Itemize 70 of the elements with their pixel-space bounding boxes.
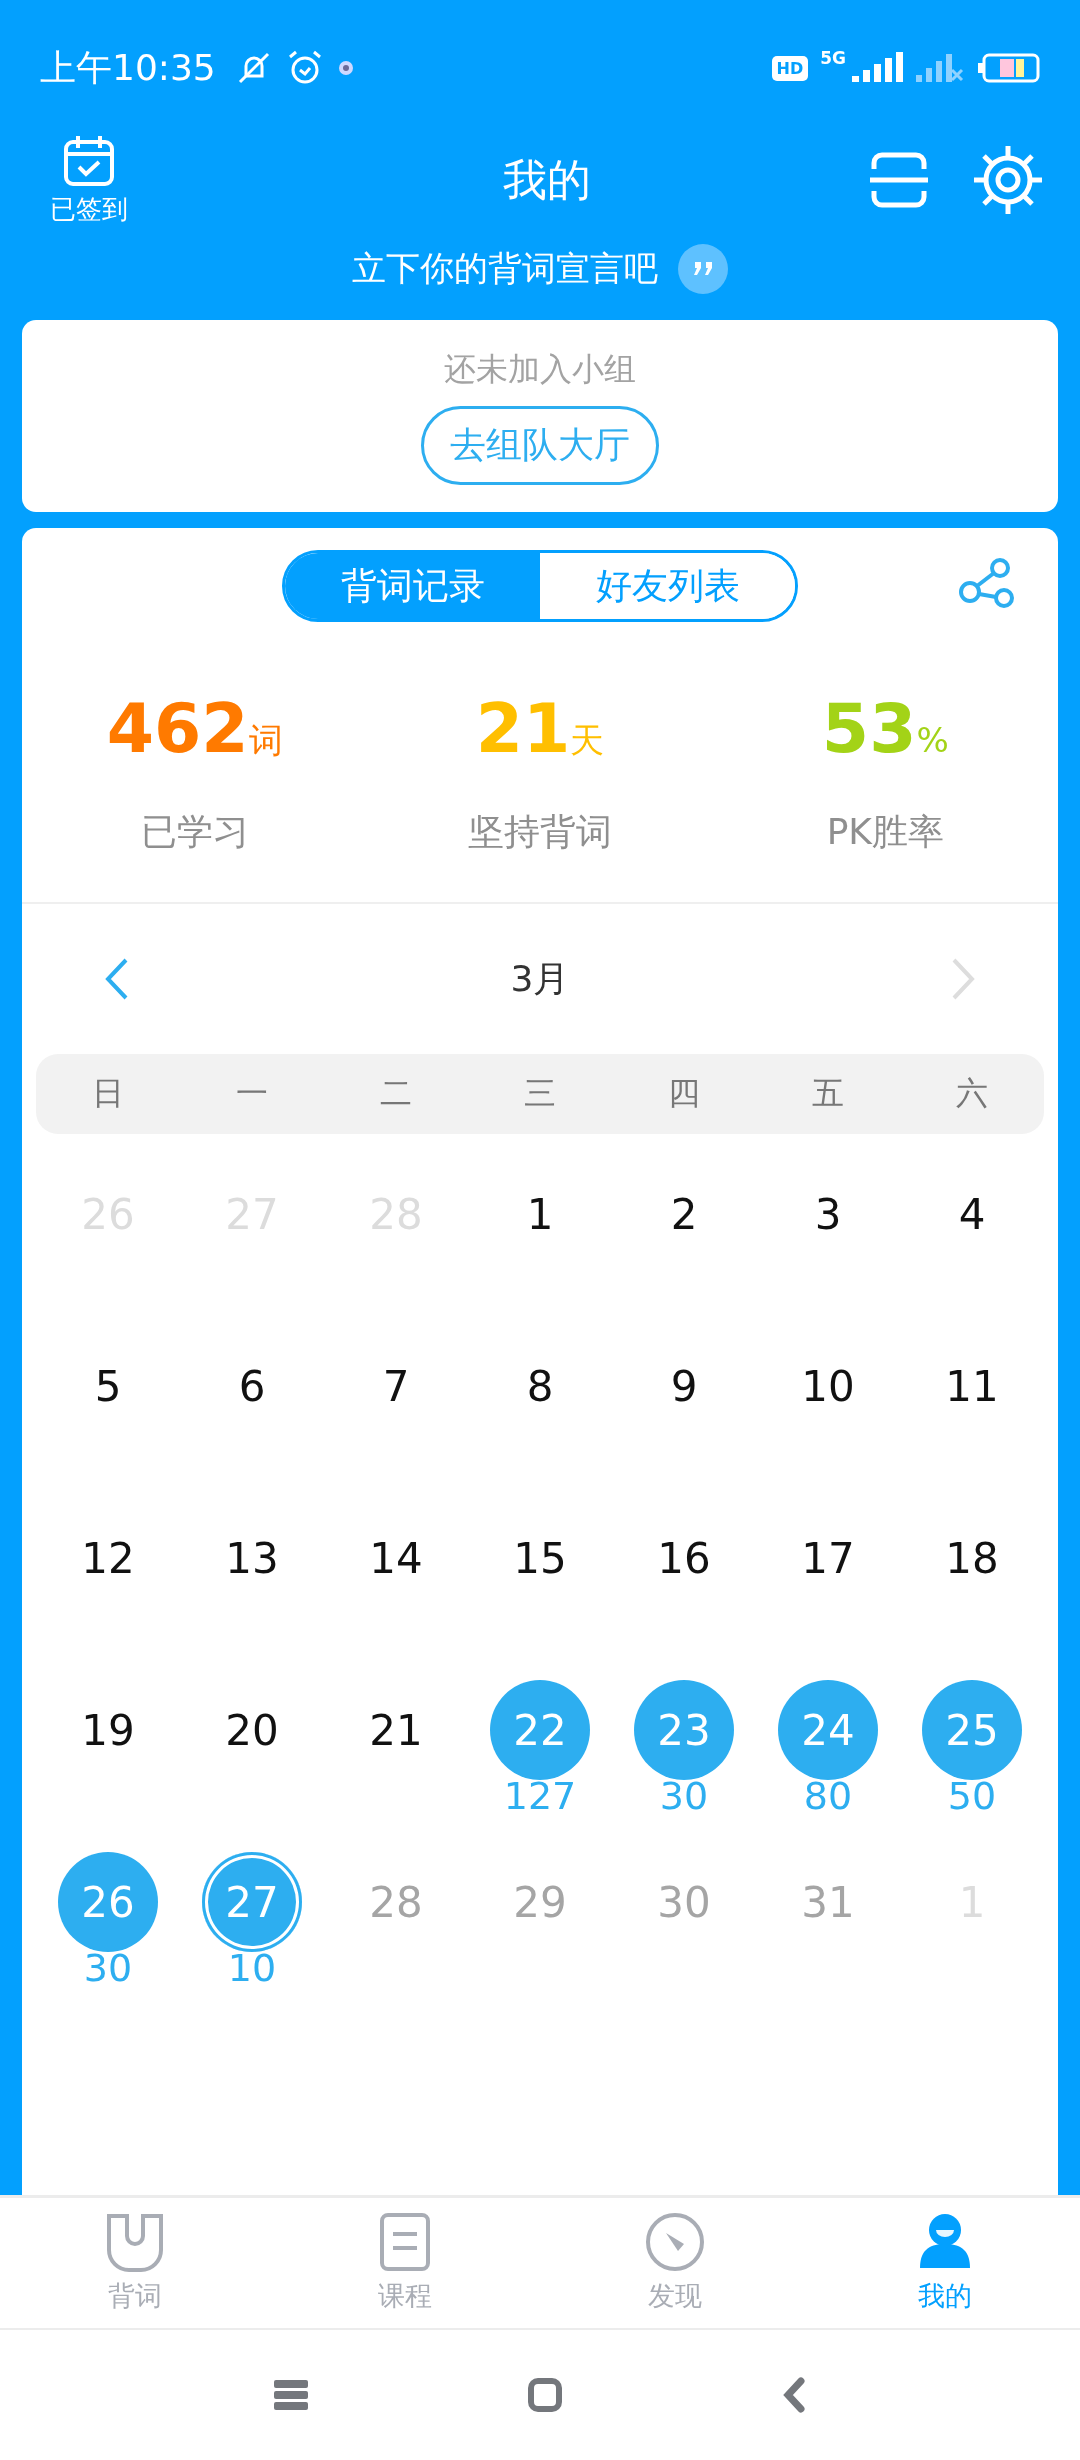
nav-tab[interactable]: 课程 — [270, 2198, 540, 2328]
stat-label: PK胜率 — [826, 810, 944, 854]
calendar-day[interactable]: 18 — [922, 1508, 1022, 1608]
stat-value: 21天 — [475, 689, 605, 768]
battery-icon — [978, 52, 1040, 84]
calendar-day[interactable]: 16 — [634, 1508, 734, 1608]
settings-icon[interactable] — [972, 144, 1044, 216]
network-type: 5G — [820, 48, 846, 68]
calendar-day[interactable]: 6 — [202, 1336, 302, 1436]
compass-icon — [645, 2212, 705, 2272]
calendar-day[interactable]: 8 — [490, 1336, 590, 1436]
calendar-day[interactable]: 11 — [922, 1336, 1022, 1436]
weekday-label: 日 — [91, 1073, 125, 1114]
calendar-day[interactable]: 10 — [778, 1336, 878, 1436]
calendar-day[interactable]: 9 — [634, 1336, 734, 1436]
stat-label: 已学习 — [140, 810, 249, 854]
hd-badge: HD — [771, 55, 809, 81]
scan-icon[interactable] — [870, 151, 928, 209]
no-signal-icon — [916, 52, 966, 84]
calendar-day[interactable]: 5 — [58, 1336, 158, 1436]
calendar-day[interactable]: 23 — [634, 1680, 734, 1780]
quote-icon[interactable] — [678, 244, 728, 294]
calendar-day[interactable]: 2 — [634, 1164, 734, 1264]
month-label: 3月 — [510, 956, 570, 1001]
calendar-day[interactable]: 22 — [490, 1680, 590, 1780]
calendar-day[interactable]: 17 — [778, 1508, 878, 1608]
calendar-day[interactable]: 25 — [922, 1680, 1022, 1780]
calendar-day[interactable]: 1 — [490, 1164, 590, 1264]
group-message: 还未加入小组 — [444, 348, 636, 390]
calendar-day[interactable]: 14 — [346, 1508, 446, 1608]
calendar-day[interactable]: 21 — [346, 1680, 446, 1780]
calendar-day[interactable]: 3 — [778, 1164, 878, 1264]
weekday-label: 三 — [523, 1073, 557, 1114]
stat-value: 53% — [821, 689, 949, 768]
back-icon[interactable] — [782, 2377, 806, 2413]
slogan-text[interactable]: 立下你的背词宣言吧 — [352, 246, 658, 292]
calendar-day[interactable]: 30 — [634, 1852, 734, 1952]
weekday-label: 四 — [667, 1073, 701, 1114]
nav-tab[interactable]: 我的 — [810, 2198, 1080, 2328]
calendar-day[interactable]: 27 — [202, 1852, 302, 1952]
home-icon[interactable] — [528, 2378, 562, 2412]
calendar-day[interactable]: 19 — [58, 1680, 158, 1780]
team-hall-button[interactable]: 去组队大厅 — [421, 405, 659, 485]
calendar-day[interactable]: 28 — [346, 1852, 446, 1952]
u-shape-icon — [105, 2212, 165, 2272]
calendar-day[interactable]: 12 — [58, 1508, 158, 1608]
stat-label: 坚持背词 — [468, 810, 612, 854]
stat-value: 462词 — [106, 689, 283, 768]
calendar-day[interactable]: 15 — [490, 1508, 590, 1608]
weekday-label: 六 — [955, 1073, 989, 1114]
calendar-day[interactable]: 29 — [490, 1852, 590, 1952]
calendar-day[interactable]: 24 — [778, 1680, 878, 1780]
weekday-label: 一 — [235, 1073, 269, 1114]
document-icon — [379, 2212, 431, 2272]
nav-tab[interactable]: 发现 — [540, 2198, 810, 2328]
calendar-day[interactable]: 7 — [346, 1336, 446, 1436]
weekday-label: 五 — [811, 1073, 845, 1114]
calendar-day[interactable]: 26 — [58, 1852, 158, 1952]
checkin-label: 已签到 — [50, 192, 128, 226]
calendar-day[interactable]: 31 — [778, 1852, 878, 1952]
tab[interactable]: 背词记录 — [285, 553, 540, 619]
calendar-day[interactable]: 20 — [202, 1680, 302, 1780]
weekday-label: 二 — [379, 1073, 413, 1114]
status-time: 上午10:35 — [40, 45, 216, 90]
calendar-day[interactable]: 4 — [922, 1164, 1022, 1264]
nav-tab[interactable]: 背词 — [0, 2198, 270, 2328]
menu-icon[interactable] — [274, 2380, 308, 2410]
page-title: 我的 — [503, 152, 591, 207]
calendar-check-icon[interactable] — [62, 133, 116, 188]
calendar-day[interactable]: 13 — [202, 1508, 302, 1608]
